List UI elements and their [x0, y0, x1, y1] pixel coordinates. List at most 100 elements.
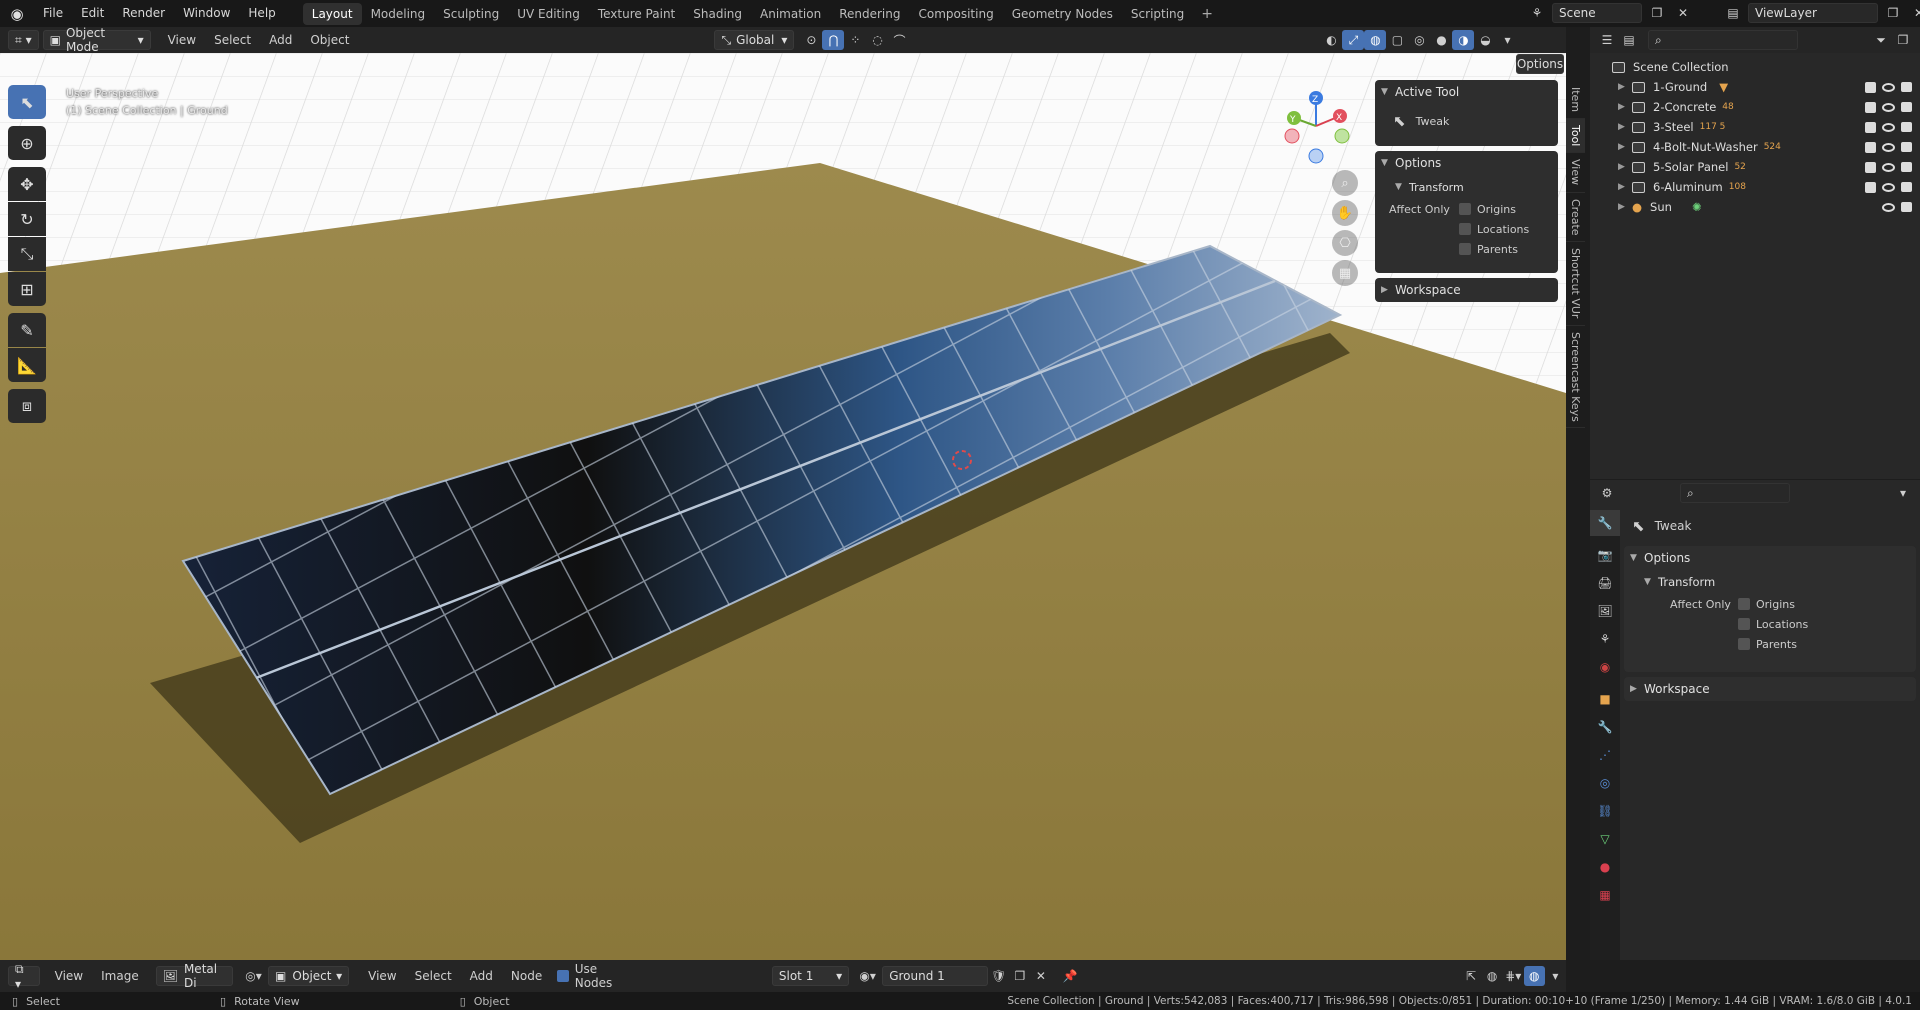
parents-checkbox[interactable]: [1738, 638, 1750, 650]
expand-icon[interactable]: ▶: [1618, 102, 1632, 112]
scene-collection-row[interactable]: Scene Collection: [1590, 57, 1920, 77]
expand-icon[interactable]: ▶: [1618, 202, 1632, 212]
neg-y-axis-knob[interactable]: [1334, 128, 1350, 144]
close-scene-icon[interactable]: ✕: [1672, 3, 1694, 23]
filter-icon[interactable]: ⏷: [1870, 30, 1892, 50]
tab-rendering[interactable]: Rendering: [830, 3, 909, 25]
tab-screencast-keys[interactable]: Screencast Keys: [1566, 326, 1585, 429]
material-browse-dropdown[interactable]: 🖼 Metal Di: [155, 962, 233, 990]
scene-tab-icon[interactable]: ⚘: [1590, 626, 1620, 652]
particles-tab-icon[interactable]: ⋰: [1590, 742, 1620, 768]
view-layer-tab-icon[interactable]: 🖼: [1590, 598, 1620, 624]
overlay-options-icon[interactable]: ▾: [1545, 966, 1566, 986]
constraints-tab-icon[interactable]: ⛓: [1590, 798, 1620, 824]
transform-subheader[interactable]: ▼ Transform: [1624, 570, 1916, 594]
eye-icon[interactable]: [1882, 142, 1895, 152]
new-scene-icon[interactable]: ❐: [1646, 3, 1668, 23]
checkbox-icon[interactable]: [1865, 141, 1876, 153]
pivot-icon[interactable]: ⊙: [800, 30, 822, 50]
tab-shortcut-vur[interactable]: Shortcut VUr: [1566, 242, 1585, 326]
menu-view[interactable]: View: [46, 963, 92, 989]
viewlayer-name-field[interactable]: ViewLayer: [1748, 3, 1878, 23]
falloff-icon[interactable]: ⌒: [888, 30, 910, 50]
snap-target-icon[interactable]: ⁘: [844, 30, 866, 50]
use-nodes-checkbox[interactable]: [557, 970, 569, 982]
menu-view[interactable]: View: [359, 963, 405, 989]
menu-object[interactable]: Object: [301, 27, 358, 53]
snap-options-icon[interactable]: ⋕▾: [1503, 966, 1524, 986]
tool-tab-icon[interactable]: 🔧: [1590, 510, 1620, 536]
outliner-editor-icon[interactable]: ☰: [1596, 30, 1618, 50]
menu-view[interactable]: View: [159, 27, 205, 53]
gizmo-toggle-icon[interactable]: ⤢: [1342, 30, 1365, 50]
tab-sculpting[interactable]: Sculpting: [434, 3, 508, 25]
snap-icon[interactable]: ⋂: [822, 30, 845, 50]
rendered-shading-icon[interactable]: ◒: [1474, 30, 1496, 50]
locations-checkbox[interactable]: [1459, 223, 1471, 235]
expand-icon[interactable]: ▶: [1618, 122, 1632, 132]
slot-dropdown[interactable]: Slot 1 ▾: [771, 966, 850, 986]
scene-icon[interactable]: ⚘: [1526, 3, 1548, 23]
material-browse-icon[interactable]: ◉▾: [857, 966, 878, 986]
tab-compositing[interactable]: Compositing: [909, 3, 1002, 25]
mode-dropdown[interactable]: ▣ Object Mode ▾: [42, 26, 151, 54]
wireframe-shading-icon[interactable]: ◎: [1408, 30, 1430, 50]
pin-icon[interactable]: 📌: [1059, 966, 1080, 986]
tab-texture-paint[interactable]: Texture Paint: [589, 3, 684, 25]
transform-subheader[interactable]: ▼ Transform: [1375, 175, 1558, 199]
proportional-edit-icon[interactable]: ◌: [866, 30, 888, 50]
menu-add[interactable]: Add: [260, 27, 301, 53]
xray-icon[interactable]: ▢: [1386, 30, 1408, 50]
ortho-grid-icon[interactable]: ▦: [1332, 260, 1358, 286]
menu-window[interactable]: Window: [174, 0, 239, 27]
checkbox-icon[interactable]: [1865, 81, 1876, 93]
eye-icon[interactable]: [1882, 202, 1895, 212]
viewlayer-icon[interactable]: ▤: [1722, 3, 1744, 23]
tab-uv-editing[interactable]: UV Editing: [508, 3, 589, 25]
properties-search-input[interactable]: ⌕: [1680, 483, 1790, 503]
chevron-down-icon[interactable]: ▾: [1892, 483, 1914, 503]
orientation-dropdown[interactable]: ⤡ Global ▾: [714, 30, 795, 50]
outliner-item[interactable]: ▶ ● Sun ✺: [1590, 197, 1920, 217]
material-name-field[interactable]: Ground 1: [882, 966, 989, 986]
world-tab-icon[interactable]: ◉: [1590, 654, 1620, 680]
menu-help[interactable]: Help: [239, 0, 284, 27]
overlay-toggle-icon[interactable]: ◍: [1364, 30, 1387, 50]
menu-node[interactable]: Node: [502, 963, 551, 989]
menu-select[interactable]: Select: [406, 963, 461, 989]
expand-icon[interactable]: ▶: [1618, 142, 1632, 152]
outliner-item[interactable]: ▶ 4-Bolt-Nut-Washer 524: [1590, 137, 1920, 157]
annotate-tool-icon[interactable]: ✎: [8, 313, 46, 347]
outliner-item[interactable]: ▶ 1-Ground ▼: [1590, 77, 1920, 97]
blender-logo-icon[interactable]: ◉: [0, 0, 34, 27]
checkbox-icon[interactable]: [1865, 121, 1876, 133]
menu-edit[interactable]: Edit: [72, 0, 113, 27]
zoom-icon[interactable]: ⌕: [1332, 170, 1358, 196]
tab-animation[interactable]: Animation: [751, 3, 830, 25]
solid-shading-icon[interactable]: ●: [1430, 30, 1452, 50]
unlink-material-icon[interactable]: ✕: [1030, 966, 1051, 986]
options-header[interactable]: ▼ Options: [1375, 151, 1558, 175]
workspace-header[interactable]: ▶ Workspace: [1375, 278, 1558, 302]
physics-tab-icon[interactable]: ◎: [1590, 770, 1620, 796]
camera-icon[interactable]: [1901, 162, 1912, 172]
tab-shading[interactable]: Shading: [684, 3, 751, 25]
tab-view[interactable]: View: [1566, 153, 1585, 193]
scene-name-field[interactable]: Scene: [1552, 3, 1642, 23]
material-tab-icon[interactable]: ●: [1590, 854, 1620, 880]
tab-layout[interactable]: Layout: [302, 2, 362, 25]
duplicate-material-icon[interactable]: ❐: [1009, 966, 1030, 986]
tab-item[interactable]: Item: [1566, 81, 1585, 120]
camera-icon[interactable]: [1901, 82, 1912, 92]
editor-type-button[interactable]: ⌗ ▾: [8, 30, 39, 50]
object-tab-icon[interactable]: ■: [1590, 686, 1620, 712]
tab-create[interactable]: Create: [1566, 193, 1585, 243]
eye-icon[interactable]: [1882, 162, 1895, 172]
parents-checkbox[interactable]: [1459, 243, 1471, 255]
material-shading-icon[interactable]: ◑: [1452, 30, 1475, 50]
checkbox-icon[interactable]: [1865, 181, 1876, 193]
shader-type-icon[interactable]: ◎▾: [243, 966, 264, 986]
tab-tool[interactable]: Tool: [1566, 119, 1585, 154]
camera-icon[interactable]: [1901, 182, 1912, 192]
eye-icon[interactable]: [1882, 182, 1895, 192]
